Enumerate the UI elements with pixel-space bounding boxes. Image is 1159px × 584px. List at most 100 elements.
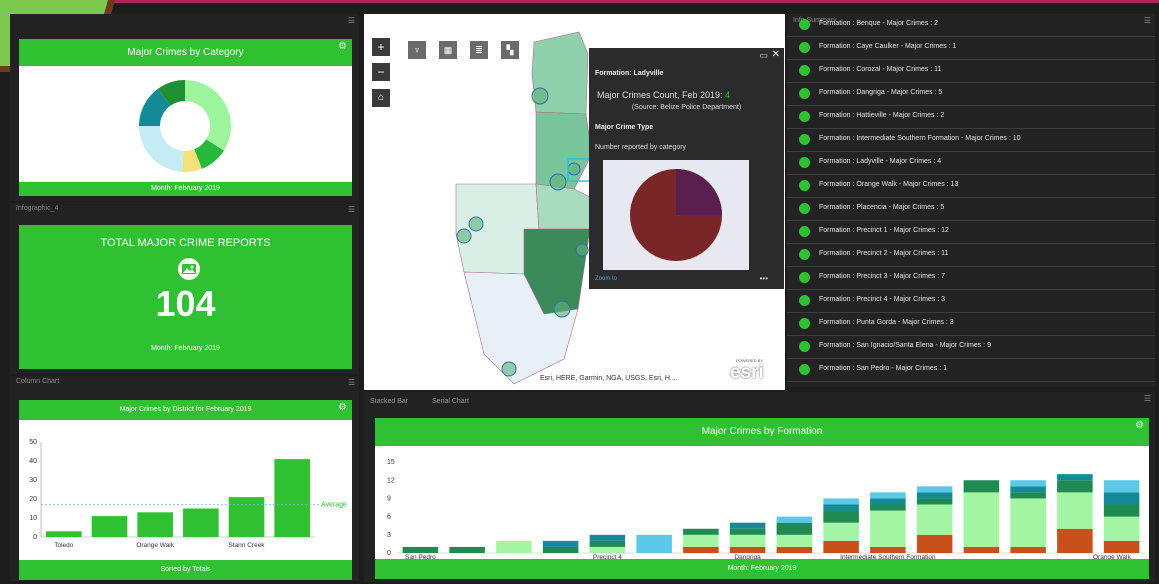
- popup-more-icon[interactable]: •••: [760, 274, 768, 283]
- district-bar[interactable]: [91, 516, 128, 537]
- stacked-segment[interactable]: [729, 528, 766, 535]
- table-tool-button[interactable]: ▦: [439, 41, 457, 59]
- zoom-in-button[interactable]: +: [372, 38, 390, 56]
- stacked-segment[interactable]: [1057, 528, 1093, 553]
- stacked-segment[interactable]: [449, 546, 485, 553]
- summary-item[interactable]: Formation : Corozal - Major Crimes : 11: [787, 59, 1155, 83]
- stacked-segment[interactable]: [1103, 480, 1140, 493]
- stacked-segment[interactable]: [683, 528, 719, 535]
- popup-maximize-icon[interactable]: ▭: [759, 50, 768, 61]
- stacked-segment[interactable]: [963, 492, 1000, 547]
- stacked-segment[interactable]: [402, 546, 439, 553]
- zoom-out-button[interactable]: −: [372, 63, 390, 81]
- summary-item[interactable]: Formation : Hattieville - Major Crimes :…: [787, 105, 1155, 129]
- stacked-segment[interactable]: [963, 480, 1000, 493]
- y-tick-label: 3: [387, 532, 391, 539]
- stacked-segment[interactable]: [1103, 504, 1140, 517]
- stacked-segment[interactable]: [1010, 480, 1046, 487]
- settings-gear-icon[interactable]: ⚙: [338, 41, 347, 52]
- stacked-segment[interactable]: [1010, 546, 1046, 553]
- summary-item[interactable]: Formation : San Ignacio/Santa Elena - Ma…: [787, 335, 1155, 359]
- settings-gear-icon[interactable]: ⚙: [338, 402, 347, 413]
- panel-menu-icon[interactable]: ☰: [348, 16, 355, 25]
- stacked-segment[interactable]: [870, 510, 906, 547]
- stacked-segment[interactable]: [589, 534, 626, 541]
- stacked-segment[interactable]: [823, 540, 859, 553]
- stacked-segment[interactable]: [1010, 492, 1046, 499]
- stacked-segment[interactable]: [963, 546, 1000, 553]
- summary-item[interactable]: Formation : San Pedro - Major Crimes : 1: [787, 358, 1155, 382]
- summary-dot-icon: [799, 272, 810, 283]
- stacked-segment[interactable]: [1103, 516, 1140, 541]
- stacked-segment[interactable]: [916, 492, 953, 499]
- tab-stacked-bar[interactable]: Stacked Bar: [370, 398, 408, 405]
- summary-item[interactable]: Formation : Orange Walk - Major Crimes :…: [787, 174, 1155, 198]
- summary-item[interactable]: Formation : Precinct 1 - Major Crimes : …: [787, 220, 1155, 244]
- stacked-segment[interactable]: [870, 546, 906, 553]
- summary-item[interactable]: Formation : Caye Caulker - Major Crimes …: [787, 36, 1155, 60]
- panel-menu-icon[interactable]: ☰: [348, 205, 355, 214]
- stacked-segment[interactable]: [1010, 498, 1046, 547]
- summary-item[interactable]: Formation : Punta Gorda - Major Crimes :…: [787, 312, 1155, 336]
- stacked-segment[interactable]: [683, 546, 719, 553]
- tab-serial-chart[interactable]: Serial Chart: [432, 398, 469, 405]
- stacked-segment[interactable]: [729, 522, 766, 529]
- district-bar[interactable]: [46, 531, 82, 537]
- stacked-segment[interactable]: [1103, 492, 1140, 505]
- district-bar[interactable]: [274, 459, 310, 537]
- stacked-segment[interactable]: [683, 534, 719, 547]
- stacked-segment[interactable]: [916, 534, 953, 553]
- stacked-segment[interactable]: [776, 546, 813, 553]
- popup-zoom-link[interactable]: Zoom to: [595, 276, 617, 282]
- basemap-tool-button[interactable]: ▚: [501, 41, 519, 59]
- district-bar[interactable]: [183, 508, 219, 538]
- stacked-segment[interactable]: [870, 498, 906, 505]
- stacked-segment[interactable]: [542, 546, 579, 553]
- stacked-segment[interactable]: [916, 504, 953, 535]
- summary-item[interactable]: Formation : Precinct 2 - Major Crimes : …: [787, 243, 1155, 267]
- summary-item[interactable]: Formation : Intermediate Southern Format…: [787, 128, 1155, 152]
- district-bar[interactable]: [228, 497, 265, 537]
- stacked-segment[interactable]: [776, 516, 813, 523]
- settings-gear-icon[interactable]: ⚙: [1135, 420, 1144, 431]
- summary-item[interactable]: Formation : Precinct 4 - Major Crimes : …: [787, 289, 1155, 313]
- stacked-segment[interactable]: [1057, 480, 1093, 493]
- donut-slice: [139, 126, 184, 172]
- stacked-segment[interactable]: [729, 546, 766, 553]
- stacked-segment[interactable]: [870, 504, 906, 511]
- summary-item[interactable]: Formation : Dangriga - Major Crimes : 5: [787, 82, 1155, 106]
- summary-item[interactable]: Formation : Precinct 3 - Major Crimes : …: [787, 266, 1155, 290]
- stacked-segment[interactable]: [636, 534, 672, 553]
- panel-menu-icon[interactable]: ☰: [1144, 394, 1151, 403]
- panel-menu-icon[interactable]: ☰: [348, 378, 355, 387]
- layers-tool-button[interactable]: ♆: [408, 41, 426, 59]
- district-bar[interactable]: [137, 512, 173, 537]
- summary-item[interactable]: Formation : Ladyville - Major Crimes : 4: [787, 151, 1155, 175]
- stacked-segment[interactable]: [496, 540, 532, 553]
- summary-item[interactable]: Formation : Placencia - Major Crimes : 5: [787, 197, 1155, 221]
- esri-logo: esri: [730, 362, 764, 383]
- stacked-segment[interactable]: [729, 534, 766, 547]
- stacked-segment[interactable]: [1057, 474, 1093, 481]
- summary-item[interactable]: Formation : Benque - Major Crimes : 2: [787, 13, 1155, 37]
- popup-close-icon[interactable]: ✕: [772, 49, 780, 60]
- stacked-segment[interactable]: [916, 486, 953, 493]
- stacked-segment[interactable]: [823, 510, 859, 523]
- stacked-segment[interactable]: [823, 522, 859, 541]
- stacked-segment[interactable]: [542, 540, 579, 547]
- home-button[interactable]: ⌂: [372, 89, 390, 107]
- stacked-segment[interactable]: [823, 504, 859, 511]
- stacked-segment[interactable]: [870, 492, 906, 499]
- stacked-segment[interactable]: [776, 522, 813, 535]
- stacked-segment[interactable]: [589, 540, 626, 547]
- column-card: Major Crimes by District for February 20…: [19, 400, 352, 580]
- stacked-segment[interactable]: [916, 498, 953, 505]
- stacked-segment[interactable]: [823, 498, 859, 505]
- stacked-segment[interactable]: [589, 546, 626, 553]
- stacked-segment[interactable]: [776, 534, 813, 547]
- stacked-segment[interactable]: [1103, 540, 1140, 553]
- stacked-segment[interactable]: [1010, 486, 1046, 493]
- y-tick-label: 15: [387, 459, 395, 466]
- filter-tool-button[interactable]: ≣: [470, 41, 488, 59]
- stacked-segment[interactable]: [1057, 492, 1093, 529]
